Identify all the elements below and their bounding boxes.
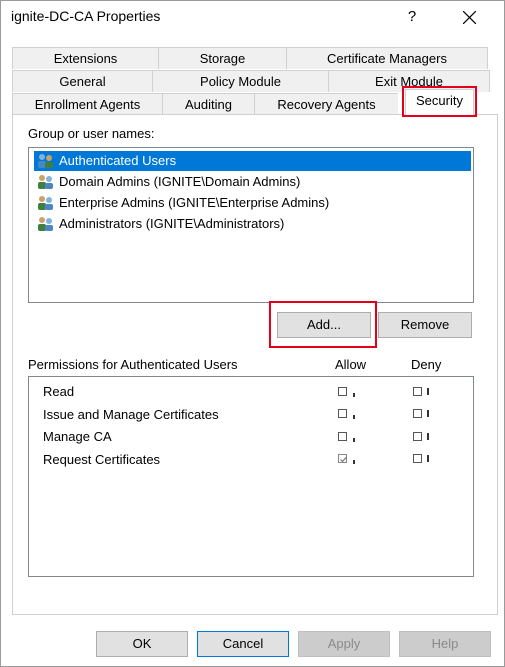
close-icon xyxy=(463,11,476,24)
allow-issue-manage-marker xyxy=(353,415,355,419)
allow-request-certificates-checkbox[interactable] xyxy=(338,454,347,463)
user-name: Administrators (IGNITE\Administrators) xyxy=(59,216,285,231)
help-button[interactable]: Help xyxy=(399,631,491,657)
permission-row-read: Read xyxy=(43,382,74,402)
list-item-enterprise-admins[interactable]: Enterprise Admins (IGNITE\Enterprise Adm… xyxy=(34,193,471,213)
permissions-label: Permissions for Authenticated Users xyxy=(28,357,238,372)
deny-request-certificates-marker xyxy=(427,455,429,462)
users-group-icon xyxy=(36,216,56,232)
tab-auditing[interactable]: Auditing xyxy=(162,93,254,115)
title-bar: ignite-DC-CA Properties ? xyxy=(1,1,504,33)
deny-issue-manage-marker xyxy=(427,410,429,417)
users-group-icon xyxy=(36,153,56,169)
checkmark-icon xyxy=(340,456,347,463)
user-name: Authenticated Users xyxy=(59,153,177,168)
allow-header: Allow xyxy=(335,357,367,372)
permission-name: Request Certificates xyxy=(43,452,161,467)
permission-name: Read xyxy=(43,384,75,399)
tab-policy-module[interactable]: Policy Module xyxy=(152,70,328,92)
tab-general[interactable]: General xyxy=(12,70,152,92)
tab-recovery-agents[interactable]: Recovery Agents xyxy=(254,93,398,115)
permissions-list[interactable]: Read Issue and Manage Certificates Manag… xyxy=(28,376,474,577)
tab-extensions[interactable]: Extensions xyxy=(12,47,158,69)
allow-request-certificates-marker xyxy=(353,460,355,464)
tab-enrollment-agents[interactable]: Enrollment Agents xyxy=(12,93,162,115)
help-title-button[interactable]: ? xyxy=(397,1,427,33)
permission-name: Manage CA xyxy=(43,429,112,444)
permission-row-manage-ca: Manage CA xyxy=(43,427,112,447)
properties-dialog: ignite-DC-CA Properties ? Extensions Sto… xyxy=(0,0,505,667)
deny-request-certificates-checkbox[interactable] xyxy=(413,454,422,463)
window-title: ignite-DC-CA Properties xyxy=(11,8,161,24)
list-item-domain-admins[interactable]: Domain Admins (IGNITE\Domain Admins) xyxy=(34,172,471,192)
permission-row-request-certificates: Request Certificates xyxy=(43,450,160,470)
close-button[interactable] xyxy=(453,1,487,33)
allow-manage-ca-marker xyxy=(353,438,355,442)
allow-issue-manage-checkbox[interactable] xyxy=(338,409,347,418)
permission-row-issue-manage: Issue and Manage Certificates xyxy=(43,405,219,425)
cancel-button[interactable]: Cancel xyxy=(197,631,289,657)
allow-read-checkbox[interactable] xyxy=(338,387,347,396)
deny-read-marker xyxy=(427,388,429,395)
allow-read-marker xyxy=(353,393,355,397)
user-name: Domain Admins (IGNITE\Domain Admins) xyxy=(59,174,301,189)
users-group-icon xyxy=(36,174,56,190)
deny-issue-manage-checkbox[interactable] xyxy=(413,409,422,418)
list-item-administrators[interactable]: Administrators (IGNITE\Administrators) xyxy=(34,214,471,234)
tab-security[interactable]: Security xyxy=(405,89,474,115)
user-list[interactable]: Authenticated Users Domain Admins (IGNIT… xyxy=(28,147,474,303)
remove-button[interactable]: Remove xyxy=(378,312,472,338)
apply-button[interactable]: Apply xyxy=(298,631,390,657)
users-group-icon xyxy=(36,195,56,211)
deny-manage-ca-checkbox[interactable] xyxy=(413,432,422,441)
allow-manage-ca-checkbox[interactable] xyxy=(338,432,347,441)
tab-storage[interactable]: Storage xyxy=(158,47,286,69)
deny-read-checkbox[interactable] xyxy=(413,387,422,396)
user-name: Enterprise Admins (IGNITE\Enterprise Adm… xyxy=(59,195,330,210)
tab-certificate-managers[interactable]: Certificate Managers xyxy=(286,47,488,69)
list-item-authenticated-users[interactable]: Authenticated Users xyxy=(34,151,471,171)
ok-button[interactable]: OK xyxy=(96,631,188,657)
deny-manage-ca-marker xyxy=(427,433,429,440)
deny-header: Deny xyxy=(411,357,442,372)
group-label: Group or user names: xyxy=(28,126,155,141)
permission-name: Issue and Manage Certificates xyxy=(43,407,219,422)
add-button[interactable]: Add... xyxy=(277,312,371,338)
